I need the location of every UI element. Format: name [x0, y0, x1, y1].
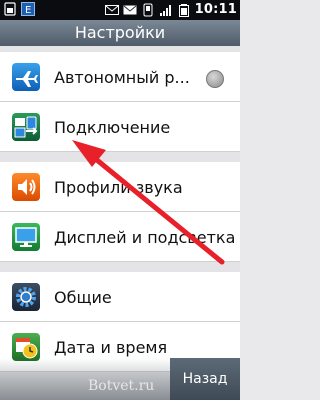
connection-icon [12, 113, 40, 141]
settings-item-label: Дисплей и подсветка [54, 228, 236, 247]
status-bar: E 10:11 [0, 0, 240, 20]
settings-item-label: Автономный р... [54, 68, 190, 87]
sim-icon [3, 2, 17, 16]
svg-text:E: E [25, 5, 31, 16]
calendar-clock-icon [12, 333, 40, 361]
e-network-icon: E [21, 2, 35, 16]
signal-icon [159, 3, 173, 17]
settings-item-label: Общие [54, 288, 112, 307]
sms-icon [123, 3, 137, 17]
settings-item-label: Профили звука [54, 178, 183, 197]
settings-item-connection[interactable]: Подключение [0, 102, 240, 152]
page-title: Настройки [0, 20, 240, 46]
settings-item-sound-profiles[interactable]: Профили звука [0, 162, 240, 212]
airplane-toggle[interactable] [206, 70, 224, 88]
settings-item-display[interactable]: Дисплей и подсветка [0, 212, 240, 262]
settings-list: Автономный р... Подключение Профили звук… [0, 46, 240, 400]
speaker-icon [12, 173, 40, 201]
settings-item-general[interactable]: Общие [0, 272, 240, 322]
phone-icon [141, 3, 155, 17]
airplane-icon [12, 63, 40, 91]
watermark: Botvet.ru [88, 378, 155, 394]
monitor-icon [12, 223, 40, 251]
settings-item-airplane-mode[interactable]: Автономный р... [0, 52, 240, 102]
settings-item-label: Подключение [54, 118, 171, 137]
back-button[interactable]: Назад [170, 358, 240, 400]
envelope-icon [104, 3, 119, 17]
gear-icon [12, 283, 40, 311]
battery-icon [177, 3, 191, 17]
status-time: 10:11 [194, 2, 237, 17]
